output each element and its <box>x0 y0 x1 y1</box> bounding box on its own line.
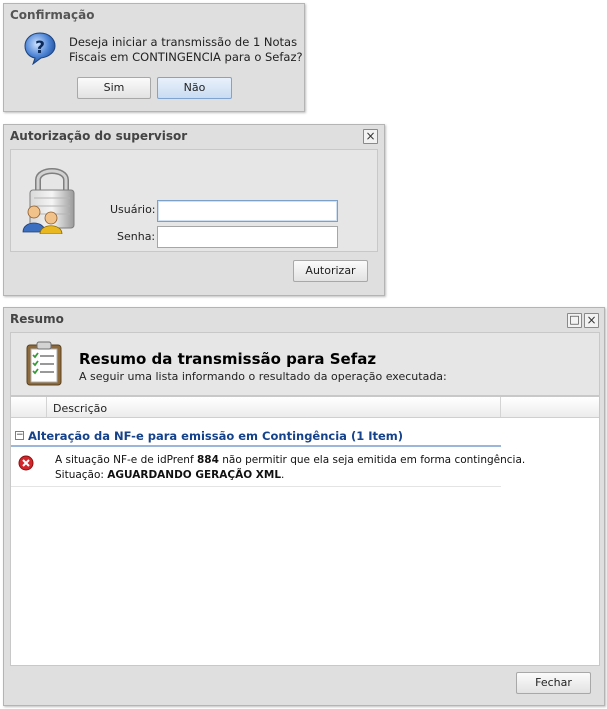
grid-header-divider <box>500 397 501 417</box>
result-row: A situação NF-e de idPrenf 884 não permi… <box>11 449 525 487</box>
authorize-button[interactable]: Autorizar <box>293 260 368 282</box>
column-header-descricao[interactable]: Descrição <box>53 402 107 415</box>
result-line1-prefix: A situação NF-e de idPrenf <box>55 454 197 466</box>
auth-title: Autorização do supervisor <box>10 129 188 143</box>
collapse-toggle-icon[interactable]: − <box>15 431 24 440</box>
password-label: Senha: <box>117 230 156 243</box>
summary-close-button[interactable]: × <box>584 313 599 328</box>
confirm-message-line1: Deseja iniciar a transmissão de 1 Notas <box>69 35 298 49</box>
summary-dialog: Resumo □ × Resumo da transmissão para Se… <box>3 307 605 706</box>
auth-close-button[interactable]: × <box>363 129 378 144</box>
result-idprenf: 884 <box>197 454 219 466</box>
lock-users-icon <box>22 162 82 235</box>
auth-dialog: Autorização do supervisor × Usuário: Sen… <box>3 124 385 296</box>
svg-text:?: ? <box>35 38 45 58</box>
error-icon <box>18 455 34 471</box>
grid-header-blank-cell <box>11 397 47 417</box>
result-line2-suffix: . <box>281 469 285 481</box>
password-field[interactable] <box>157 226 338 248</box>
confirm-title: Confirmação <box>10 8 95 22</box>
summary-title: Resumo <box>10 312 64 326</box>
no-button[interactable]: Não <box>157 77 232 99</box>
group-row[interactable]: − Alteração da NF-e para emissão em Cont… <box>11 427 501 447</box>
yes-button[interactable]: Sim <box>77 77 151 99</box>
confirm-message-line2: Fiscais em CONTINGENCIA para o Sefaz? <box>69 50 303 64</box>
auth-panel: Usuário: Senha: <box>10 149 378 252</box>
result-line2-prefix: Situação: <box>55 469 108 481</box>
result-line1-suffix: não permitir que ela seja emitida em for… <box>218 454 526 466</box>
summary-heading: Resumo da transmissão para Sefaz <box>79 350 377 368</box>
summary-subheading: A seguir uma lista informando o resultad… <box>79 370 447 383</box>
result-line2: Situação: AGUARDANDO GERAÇÃO XML. <box>55 469 284 481</box>
result-line1: A situação NF-e de idPrenf 884 não permi… <box>55 454 525 466</box>
close-button[interactable]: Fechar <box>516 672 591 694</box>
group-label: Alteração da NF-e para emissão em Contin… <box>28 429 404 443</box>
summary-header-panel: Resumo da transmissão para Sefaz A segui… <box>10 332 600 396</box>
user-field[interactable] <box>157 200 338 222</box>
user-label: Usuário: <box>110 203 156 216</box>
confirm-dialog: Confirmação ? Deseja iniciar a transmiss… <box>3 3 305 112</box>
grid-header: Descrição <box>11 397 599 418</box>
results-grid: Descrição − Alteração da NF-e para emiss… <box>10 396 600 666</box>
question-icon: ? <box>23 31 57 66</box>
result-status: AGUARDANDO GERAÇÃO XML <box>107 469 282 481</box>
maximize-button[interactable]: □ <box>567 313 582 328</box>
clipboard-checklist-icon <box>25 340 63 386</box>
